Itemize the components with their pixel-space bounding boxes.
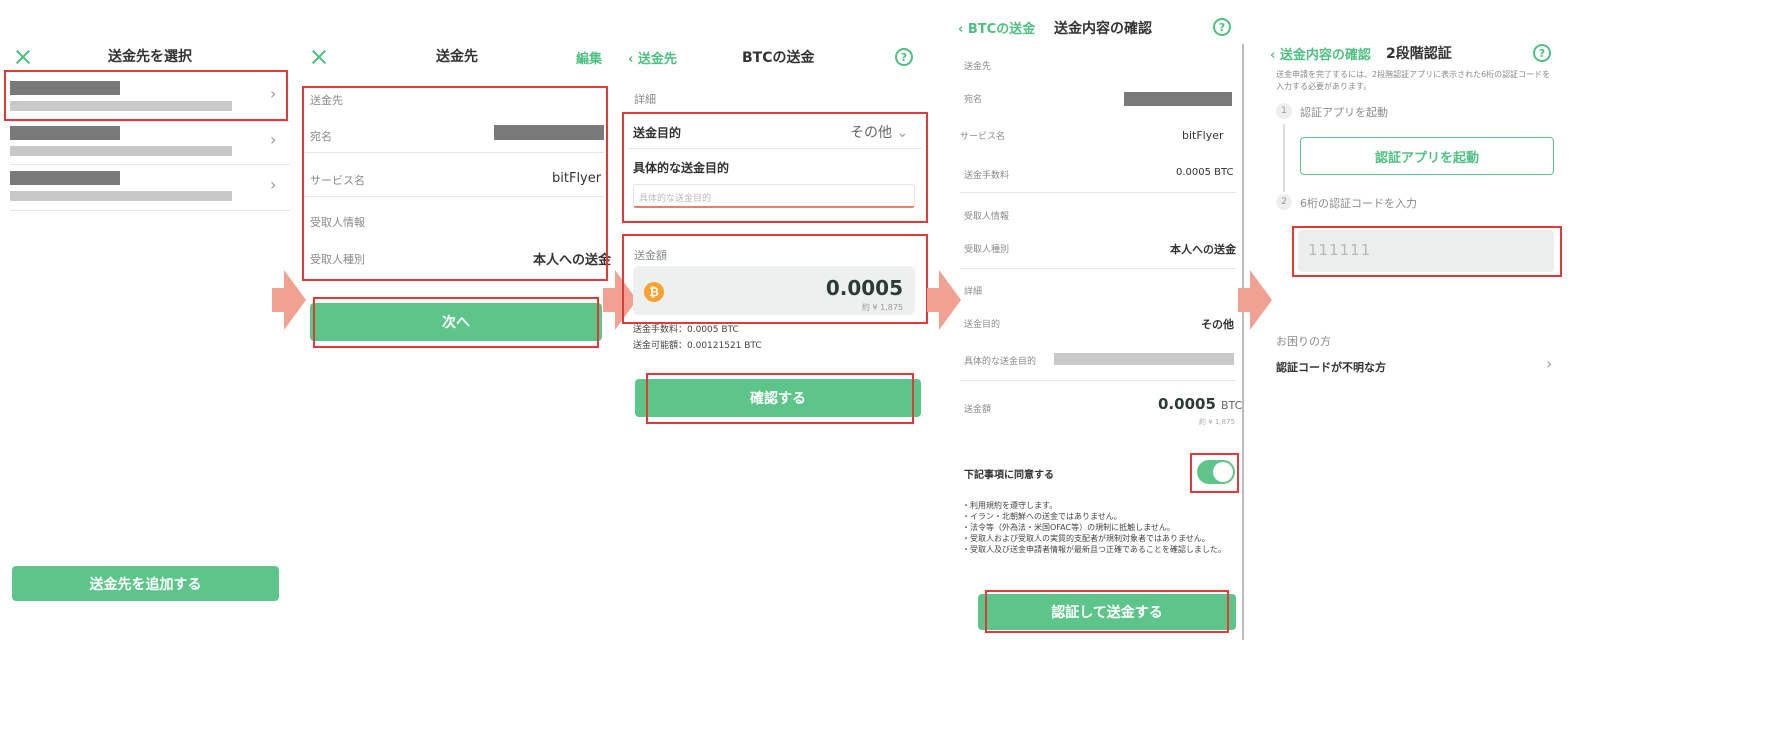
receiver-info-label: 受取人情報 bbox=[964, 212, 1010, 222]
terms-item: ・利用規約を遵守します。 bbox=[962, 501, 1058, 510]
terms-item: ・イラン・北朝鮮への送金ではありません。 bbox=[962, 512, 1122, 521]
purpose-label: 送金目的 bbox=[964, 320, 1001, 330]
highlight-box bbox=[1190, 453, 1239, 493]
help-heading: お困りの方 bbox=[1276, 335, 1331, 348]
divider bbox=[960, 268, 1236, 269]
close-icon[interactable] bbox=[14, 48, 32, 66]
service-label: サービス名 bbox=[960, 132, 1006, 142]
receiver-type-value: 本人への送金 bbox=[1170, 243, 1236, 256]
divider bbox=[1242, 44, 1244, 640]
page-title: 2段階認証 bbox=[1386, 46, 1452, 62]
back-label: 送金先 bbox=[637, 52, 677, 67]
terms-item: ・法令等（外為法・米国OFAC等）の規制に抵触しません。 bbox=[962, 523, 1175, 532]
flow-arrow-icon bbox=[272, 270, 306, 330]
highlight-box bbox=[313, 297, 599, 348]
terms-item: ・受取人および受取人の実質的支配者が規制対象者ではありません。 bbox=[962, 534, 1210, 543]
highlight-box bbox=[985, 590, 1229, 633]
detail-label: 詳細 bbox=[964, 287, 983, 297]
recipient-name-redacted bbox=[10, 126, 120, 140]
amount-value: 0.0005 bbox=[1158, 395, 1216, 413]
amount-label: 送金額 bbox=[964, 405, 992, 415]
purpose-value: その他 bbox=[1201, 318, 1234, 331]
fee-label: 送金手数料 bbox=[964, 171, 1010, 181]
name-label: 宛名 bbox=[964, 95, 983, 105]
available-line: 送金可能額：0.00121521 BTC bbox=[633, 341, 762, 351]
back-label: BTCの送金 bbox=[967, 22, 1036, 37]
agree-label: 下記事項に同意する bbox=[964, 470, 1054, 481]
chevron-right-icon: › bbox=[270, 175, 277, 194]
back-button[interactable]: ‹ 送金先 bbox=[628, 48, 677, 67]
highlight-box bbox=[622, 112, 928, 223]
recipient-address-redacted bbox=[10, 146, 232, 156]
fee-value: 0.0005 BTC bbox=[1176, 167, 1234, 178]
page-title: BTCの送金 bbox=[742, 50, 815, 66]
fee-line: 送金手数料：0.0005 BTC bbox=[633, 325, 739, 335]
divider bbox=[960, 380, 1236, 381]
unknown-code-label: 認証コードが不明な方 bbox=[1276, 361, 1386, 374]
page-title: 送金内容の確認 bbox=[1054, 21, 1152, 37]
receiver-type-label: 受取人種別 bbox=[964, 245, 1010, 255]
flow-arrow-icon bbox=[1238, 270, 1272, 330]
step-connector bbox=[1283, 124, 1285, 192]
highlight-box bbox=[4, 70, 288, 121]
recipient-name-redacted bbox=[10, 171, 120, 185]
page-title: 送金先を選択 bbox=[108, 49, 192, 65]
back-button[interactable]: ‹ BTCの送金 bbox=[958, 18, 1035, 37]
highlight-box bbox=[302, 86, 608, 281]
page-title: 送金先 bbox=[436, 49, 478, 65]
recipient-address-redacted bbox=[10, 191, 232, 201]
help-icon[interactable]: ? bbox=[895, 48, 913, 66]
help-icon[interactable]: ? bbox=[1533, 44, 1551, 62]
back-button[interactable]: ‹ 送金内容の確認 bbox=[1270, 44, 1371, 63]
two-factor-description: 送金申請を完了するには、2段階認証アプリに表示された6桁の認証コードを入力する必… bbox=[1276, 70, 1551, 91]
service-value: bitFlyer bbox=[1182, 129, 1224, 142]
chevron-right-icon: › bbox=[1546, 354, 1553, 373]
unknown-code-link[interactable]: 認証コードが不明な方 › bbox=[1276, 354, 1556, 376]
specific-purpose-redacted bbox=[1054, 353, 1234, 365]
close-icon[interactable] bbox=[310, 48, 328, 66]
detail-label: 詳細 bbox=[634, 93, 656, 106]
highlight-box bbox=[622, 234, 928, 324]
flow-arrow-icon bbox=[927, 270, 961, 330]
amount-unit: BTC bbox=[1220, 399, 1243, 412]
highlight-box bbox=[646, 373, 914, 424]
edit-link[interactable]: 編集 bbox=[576, 48, 602, 67]
chevron-right-icon: › bbox=[270, 130, 277, 149]
launch-auth-app-button[interactable]: 認証アプリを起動 bbox=[1300, 137, 1554, 175]
amount-value-row: 0.0005 BTC bbox=[1158, 394, 1242, 413]
help-icon[interactable]: ? bbox=[1213, 18, 1231, 36]
add-recipient-button[interactable]: 送金先を追加する bbox=[12, 566, 279, 601]
recipient-label: 送金先 bbox=[964, 62, 992, 72]
divider bbox=[10, 164, 290, 165]
recipient-list-item[interactable]: › bbox=[10, 169, 290, 209]
recipient-list-item[interactable]: › bbox=[10, 124, 290, 164]
divider bbox=[10, 121, 290, 122]
highlight-box bbox=[1292, 226, 1562, 277]
step-2-number: 2 bbox=[1276, 194, 1292, 210]
divider bbox=[10, 210, 290, 211]
terms-list: ・利用規約を遵守します。 ・イラン・北朝鮮への送金ではありません。 ・法令等（外… bbox=[962, 500, 1232, 555]
step-1-label: 認証アプリを起動 bbox=[1300, 106, 1388, 119]
step-1-number: 1 bbox=[1276, 103, 1292, 119]
terms-item: ・受取人及び送金申請者情報が最新且つ正確であることを確認しました。 bbox=[962, 545, 1226, 554]
divider bbox=[960, 192, 1236, 193]
step-2-label: 6桁の認証コードを入力 bbox=[1300, 197, 1417, 210]
specific-purpose-label: 具体的な送金目的 bbox=[964, 357, 1037, 367]
name-value-redacted bbox=[1124, 92, 1232, 106]
amount-yen: 約 ¥ 1,875 bbox=[1199, 418, 1235, 426]
back-label: 送金内容の確認 bbox=[1279, 48, 1371, 63]
